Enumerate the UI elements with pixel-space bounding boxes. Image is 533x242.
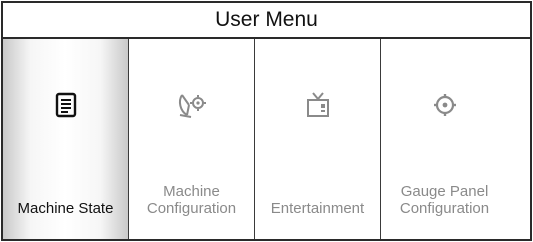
- tile-label: Entertainment: [270, 200, 365, 217]
- document-icon: [3, 91, 128, 119]
- user-menu-window: User Menu Machine State Machine Configur…: [1, 1, 532, 241]
- satellite-dish-icon: [129, 91, 254, 119]
- menu-tiles: Machine State Machine Configuration Ente…: [3, 39, 530, 239]
- window-title: User Menu: [3, 3, 530, 39]
- tile-label: Gauge Panel Configuration: [399, 183, 490, 217]
- tile-label: Machine State: [17, 200, 114, 217]
- tile-machine-state[interactable]: Machine State: [3, 39, 129, 239]
- gear-icon: [381, 91, 530, 119]
- tile-label: Machine Configuration: [146, 183, 237, 217]
- tile-machine-configuration[interactable]: Machine Configuration: [129, 39, 255, 239]
- tile-entertainment[interactable]: Entertainment: [255, 39, 381, 239]
- tv-icon: [255, 91, 380, 119]
- tile-gauge-panel-configuration[interactable]: Gauge Panel Configuration: [381, 39, 530, 239]
